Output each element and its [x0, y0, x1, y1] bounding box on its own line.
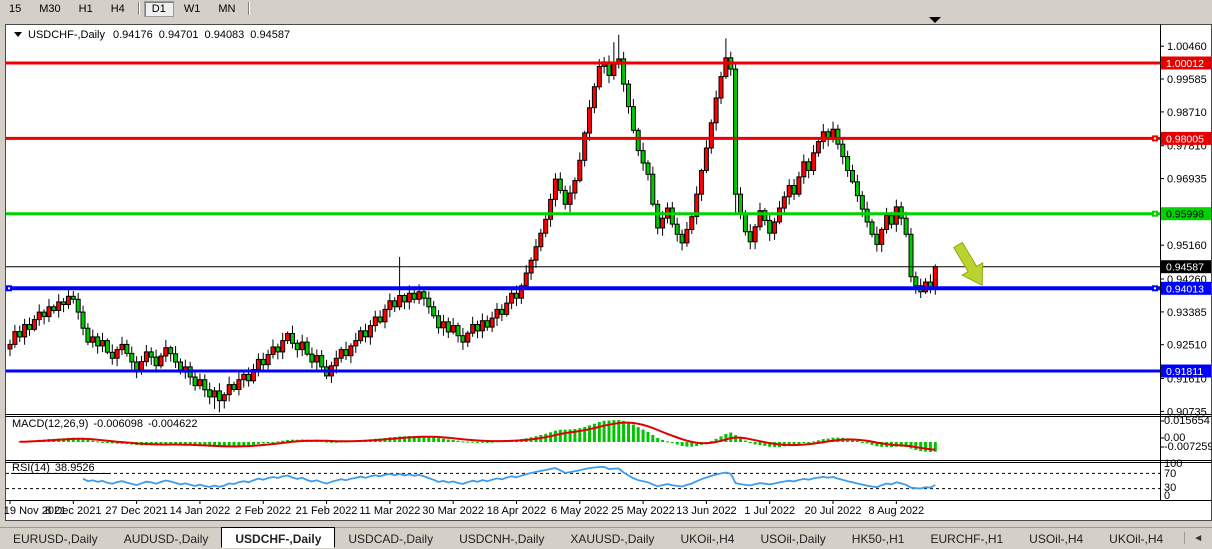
mt4-window: 15M30H1H4D1W1MN 1.004600.995850.987100.9…: [0, 0, 1212, 549]
chart-tab-eurusd-daily[interactable]: EURUSD-,Daily: [0, 528, 111, 548]
chart-tab-usoil-daily[interactable]: USOil-,Daily: [747, 528, 838, 548]
chart-tab-usdcnh-daily[interactable]: USDCNH-,Daily: [446, 528, 557, 548]
svg-text:0.95160: 0.95160: [1167, 240, 1207, 252]
macd-label: MACD(12,26,9)-0.006098-0.004622: [12, 418, 198, 430]
chart-tab-audusd-daily[interactable]: AUDUSD-,Daily: [111, 528, 222, 548]
svg-text:13 Jun 2022: 13 Jun 2022: [676, 505, 737, 517]
chart-tab-xauusd-daily[interactable]: XAUUSD-,Daily: [557, 528, 667, 548]
svg-text:1.00012: 1.00012: [1166, 58, 1204, 70]
svg-text:8 Aug 2022: 8 Aug 2022: [869, 505, 925, 517]
svg-text:0.94587: 0.94587: [1166, 262, 1204, 274]
chart-tab-usoil-h4[interactable]: USOil-,H4: [1016, 528, 1096, 548]
svg-text:0: 0: [1164, 490, 1170, 502]
svg-text:6 May 2022: 6 May 2022: [551, 505, 608, 517]
svg-text:18 Apr 2022: 18 Apr 2022: [487, 505, 546, 517]
svg-text:20 Jul 2022: 20 Jul 2022: [805, 505, 862, 517]
svg-text:0.95998: 0.95998: [1166, 209, 1204, 221]
chart-tab-ukoil-h4[interactable]: UKOil-,H4: [1096, 528, 1176, 548]
svg-text:0.93385: 0.93385: [1167, 307, 1207, 319]
svg-text:0.96935: 0.96935: [1167, 174, 1207, 186]
svg-text:14 Jan 2022: 14 Jan 2022: [170, 505, 231, 517]
chart-tab-ukoil-h4[interactable]: UKOil-,H4: [667, 528, 747, 548]
chart-tab-usdcad-daily[interactable]: USDCAD-,Daily: [335, 528, 446, 548]
svg-text:30 Mar 2022: 30 Mar 2022: [422, 505, 484, 517]
svg-text:0.92510: 0.92510: [1167, 340, 1207, 352]
svg-text:21 Feb 2022: 21 Feb 2022: [296, 505, 358, 517]
chart-area[interactable]: 1.004600.995850.987100.978100.969350.951…: [0, 0, 1212, 549]
svg-text:11 Mar 2022: 11 Mar 2022: [359, 505, 420, 517]
svg-text:1.00460: 1.00460: [1167, 41, 1207, 53]
svg-text:27 Dec 2021: 27 Dec 2021: [105, 505, 167, 517]
tab-separator: [1184, 532, 1185, 544]
tab-scroll-left-icon[interactable]: ◄: [1193, 533, 1203, 544]
tab-scroll-controls: ◄►: [1176, 528, 1212, 548]
svg-text:0.015654: 0.015654: [1164, 415, 1210, 427]
svg-text:0.91811: 0.91811: [1166, 366, 1203, 378]
chart-frame: [6, 25, 1212, 521]
symbol-label: USDCHF-,Daily: [28, 29, 106, 41]
svg-text:-0.007259: -0.007259: [1164, 441, 1212, 453]
svg-text:1 Jul 2022: 1 Jul 2022: [744, 505, 795, 517]
svg-text:0.99585: 0.99585: [1167, 74, 1207, 86]
svg-text:25 May 2022: 25 May 2022: [611, 505, 675, 517]
chart-tab-eurchf-h1[interactable]: EURCHF-,H1: [917, 528, 1016, 548]
scroll-to-end-marker[interactable]: [929, 17, 941, 23]
svg-text:0.98710: 0.98710: [1167, 107, 1207, 119]
svg-text:0.98005: 0.98005: [1166, 133, 1204, 145]
svg-text:70: 70: [1164, 468, 1176, 480]
chart-tab-usdchf-daily[interactable]: USDCHF-,Daily: [221, 527, 335, 548]
chart-tab-hk50-h1[interactable]: HK50-,H1: [839, 528, 918, 548]
svg-text:8 Dec 2021: 8 Dec 2021: [45, 505, 101, 517]
chart-tabs: EURUSD-,DailyAUDUSD-,DailyUSDCHF-,DailyU…: [0, 527, 1212, 548]
svg-text:2 Feb 2022: 2 Feb 2022: [235, 505, 291, 517]
svg-text:0.94013: 0.94013: [1166, 283, 1204, 295]
